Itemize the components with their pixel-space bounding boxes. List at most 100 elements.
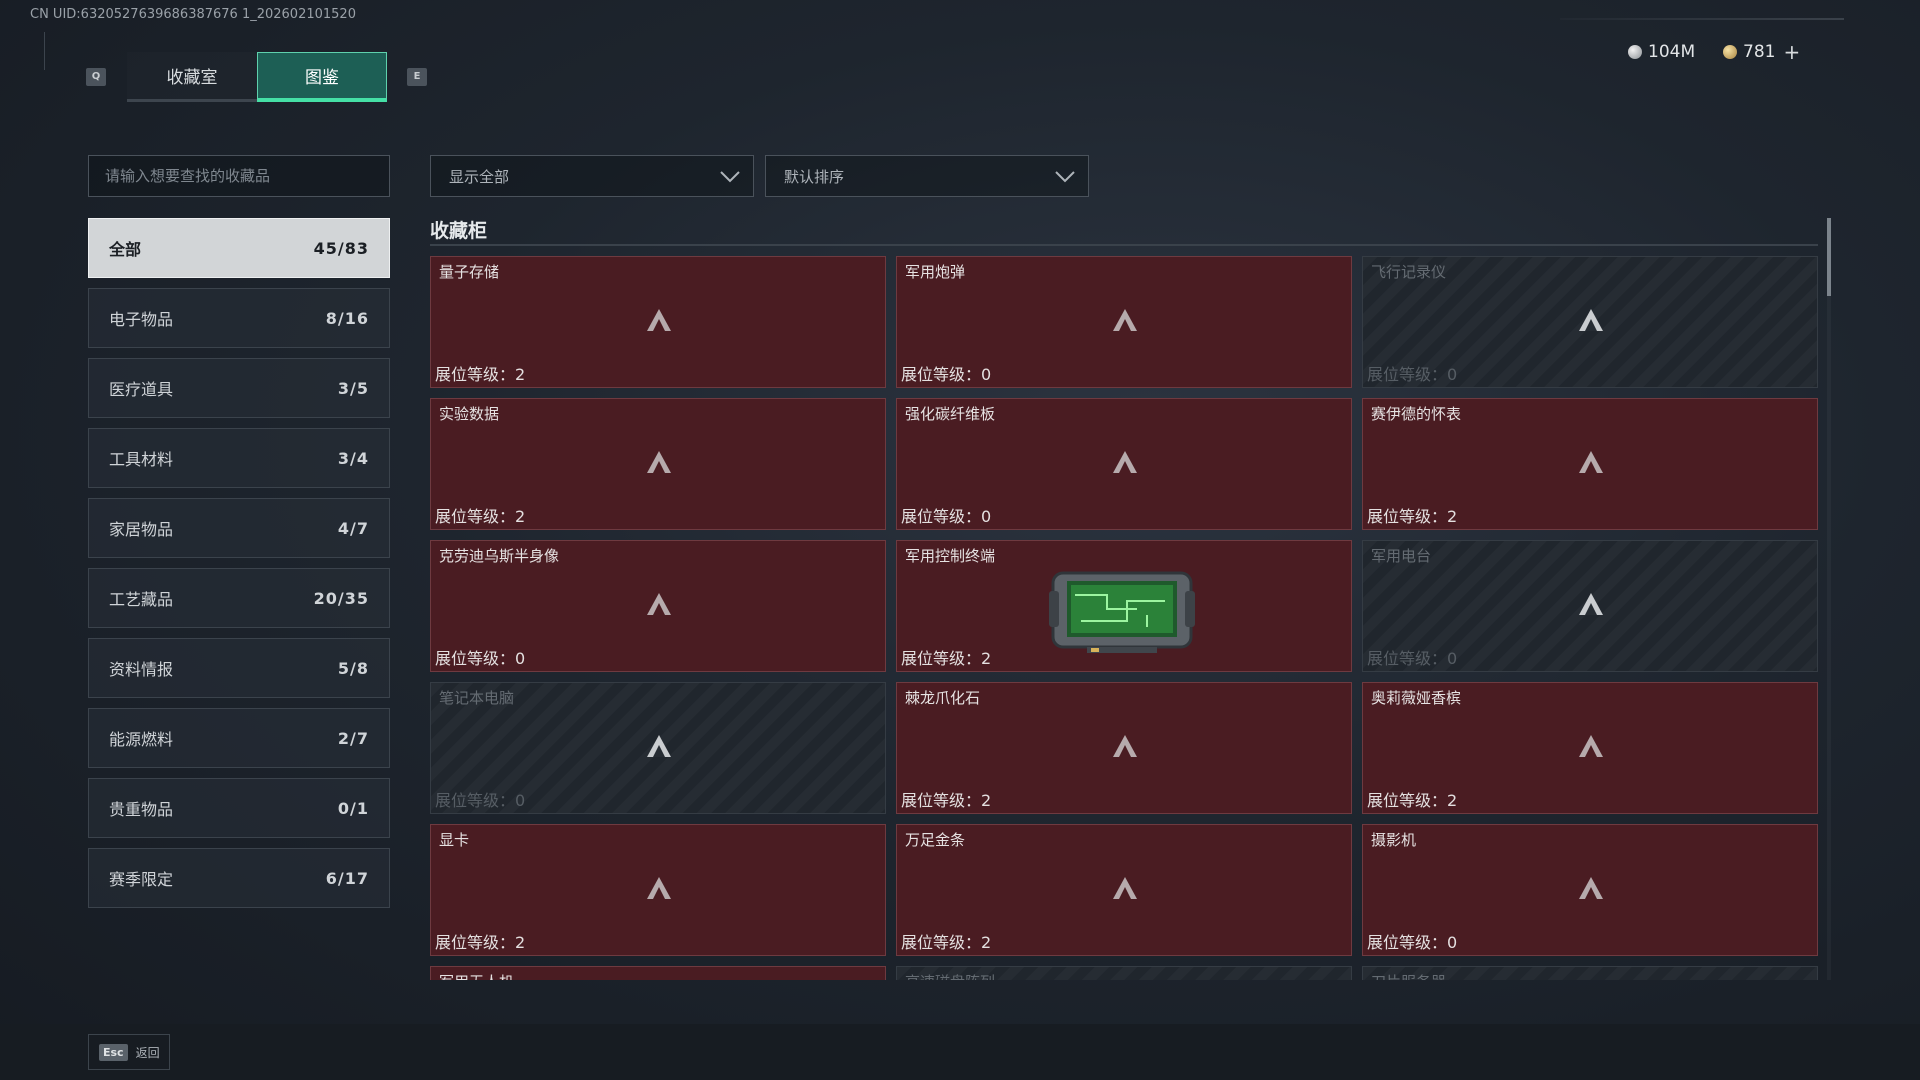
level-value: 2: [981, 933, 992, 952]
key-hint-e: E: [407, 68, 427, 86]
item-name: 万足金条: [905, 831, 966, 849]
level-label: 展位等级：: [1367, 649, 1448, 668]
item-level: 展位等级：0: [435, 787, 525, 811]
level-value: 2: [1447, 507, 1458, 526]
item-name: 军用电台: [1371, 547, 1432, 565]
level-value: 2: [1447, 791, 1458, 810]
placeholder-item-icon: [1113, 309, 1137, 331]
category-item[interactable]: 工艺藏品 20/35: [88, 568, 390, 628]
level-label: 展位等级：: [901, 649, 982, 668]
collection-item-card[interactable]: 军用电台展位等级：0: [1362, 540, 1818, 672]
level-label: 展位等级：: [901, 933, 982, 952]
collection-item-card[interactable]: 飞行记录仪 展位等级：0: [1362, 256, 1818, 388]
item-level: 展位等级：2: [901, 645, 991, 669]
item-level: 展位等级：0: [1367, 929, 1457, 953]
placeholder-item-icon: [647, 309, 671, 331]
category-label: 工艺藏品: [109, 590, 174, 609]
level-label: 展位等级：: [1367, 507, 1448, 526]
collection-item-card[interactable]: 赛伊德的怀表展位等级：2: [1362, 398, 1818, 530]
category-item[interactable]: 全部 45/83: [88, 218, 390, 278]
placeholder-item-icon: [1579, 309, 1603, 331]
filter-dropdown-value: 显示全部: [449, 167, 510, 186]
category-item[interactable]: 工具材料 3/4: [88, 428, 390, 488]
scrollbar-track[interactable]: [1827, 218, 1831, 980]
category-item[interactable]: 赛季限定 6/17: [88, 848, 390, 908]
filter-dropdown[interactable]: 显示全部: [430, 155, 754, 197]
collection-item-card[interactable]: 显卡展位等级：2: [430, 824, 886, 956]
collection-item-card[interactable]: 实验数据 展位等级：2: [430, 398, 886, 530]
item-level: 展位等级：2: [435, 503, 525, 527]
category-label: 能源燃料: [109, 730, 174, 749]
level-label: 展位等级：: [435, 365, 516, 384]
category-item[interactable]: 电子物品 8/16: [88, 288, 390, 348]
collection-item-card[interactable]: 刀片服务器: [1362, 966, 1818, 980]
control-terminal-icon: [1049, 571, 1195, 653]
item-name: 显卡: [439, 831, 470, 849]
category-count: 5/8: [337, 658, 369, 678]
item-name: 克劳迪乌斯半身像: [439, 547, 560, 565]
level-value: 0: [981, 507, 992, 526]
category-label: 贵重物品: [109, 800, 174, 819]
collection-item-card[interactable]: 摄影机展位等级：0: [1362, 824, 1818, 956]
item-name: 摄影机: [1371, 831, 1417, 849]
category-label: 电子物品: [109, 310, 174, 329]
side-decoration: [44, 32, 48, 70]
level-label: 展位等级：: [1367, 365, 1448, 384]
category-count: 0/1: [337, 798, 369, 818]
top-decoration-line: [1560, 18, 1844, 20]
collection-item-card[interactable]: 军用炮弹 展位等级：0: [896, 256, 1352, 388]
level-value: 2: [515, 365, 526, 384]
collection-item-card[interactable]: 克劳迪乌斯半身像展位等级：0: [430, 540, 886, 672]
add-currency-button[interactable]: +: [1783, 40, 1800, 64]
category-item[interactable]: 能源燃料 2/7: [88, 708, 390, 768]
level-value: 2: [515, 507, 526, 526]
collection-item-card[interactable]: 棘龙爪化石 展位等级：2: [896, 682, 1352, 814]
placeholder-item-icon: [647, 735, 671, 757]
category-label: 资料情报: [109, 660, 174, 679]
collection-item-card[interactable]: 强化碳纤维板 展位等级：0: [896, 398, 1352, 530]
level-label: 展位等级：: [901, 365, 982, 384]
placeholder-item-icon: [1579, 451, 1603, 473]
item-name: 军用无人机: [439, 971, 514, 980]
item-level: 展位等级：2: [435, 929, 525, 953]
item-level: 展位等级：0: [435, 645, 525, 669]
collection-item-card[interactable]: 军用控制终端展位等级：2: [896, 540, 1352, 672]
collection-item-card[interactable]: 高速磁盘阵列: [896, 966, 1352, 980]
level-value: 0: [515, 649, 526, 668]
item-level: 展位等级：2: [435, 361, 525, 385]
category-count: 6/17: [325, 868, 369, 888]
silver-coin-icon: [1628, 45, 1642, 59]
category-count: 4/7: [337, 518, 369, 538]
back-label: 返回: [135, 1045, 160, 1060]
placeholder-item-icon: [647, 451, 671, 473]
category-label: 家居物品: [109, 520, 174, 539]
tab-collection-room[interactable]: 收藏室: [127, 52, 257, 102]
category-item[interactable]: 资料情报 5/8: [88, 638, 390, 698]
collection-item-card[interactable]: 量子存储 展位等级：2: [430, 256, 886, 388]
gold-currency: 781 +: [1723, 40, 1800, 64]
level-value: 0: [1447, 649, 1458, 668]
level-label: 展位等级：: [435, 933, 516, 952]
collection-item-card[interactable]: 万足金条展位等级：2: [896, 824, 1352, 956]
search-input[interactable]: [88, 155, 390, 197]
placeholder-item-icon: [647, 593, 671, 615]
back-button[interactable]: Esc 返回: [88, 1034, 170, 1070]
sort-dropdown-value: 默认排序: [784, 167, 845, 186]
category-count: 8/16: [325, 308, 369, 328]
collection-item-card[interactable]: 军用无人机: [430, 966, 886, 980]
scrollbar-thumb[interactable]: [1827, 218, 1831, 296]
sort-dropdown[interactable]: 默认排序: [765, 155, 1089, 197]
category-item[interactable]: 家居物品 4/7: [88, 498, 390, 558]
level-value: 0: [981, 365, 992, 384]
item-name: 军用控制终端: [905, 547, 996, 565]
tab-codex[interactable]: 图鉴: [257, 52, 387, 102]
collection-item-card[interactable]: 奥莉薇娅香槟 展位等级：2: [1362, 682, 1818, 814]
level-value: 2: [981, 649, 992, 668]
item-name: 飞行记录仪: [1371, 263, 1447, 281]
collection-item-card[interactable]: 笔记本电脑 展位等级：0: [430, 682, 886, 814]
collection-grid: 量子存储 展位等级：2 军用炮弹 展位等级：0 飞行记录仪 展位等级：0 实验数据 展位等级：…: [430, 256, 1820, 980]
category-item[interactable]: 医疗道具 3/5: [88, 358, 390, 418]
item-name: 赛伊德的怀表: [1371, 405, 1462, 423]
category-item[interactable]: 贵重物品 0/1: [88, 778, 390, 838]
level-value: 2: [981, 791, 992, 810]
